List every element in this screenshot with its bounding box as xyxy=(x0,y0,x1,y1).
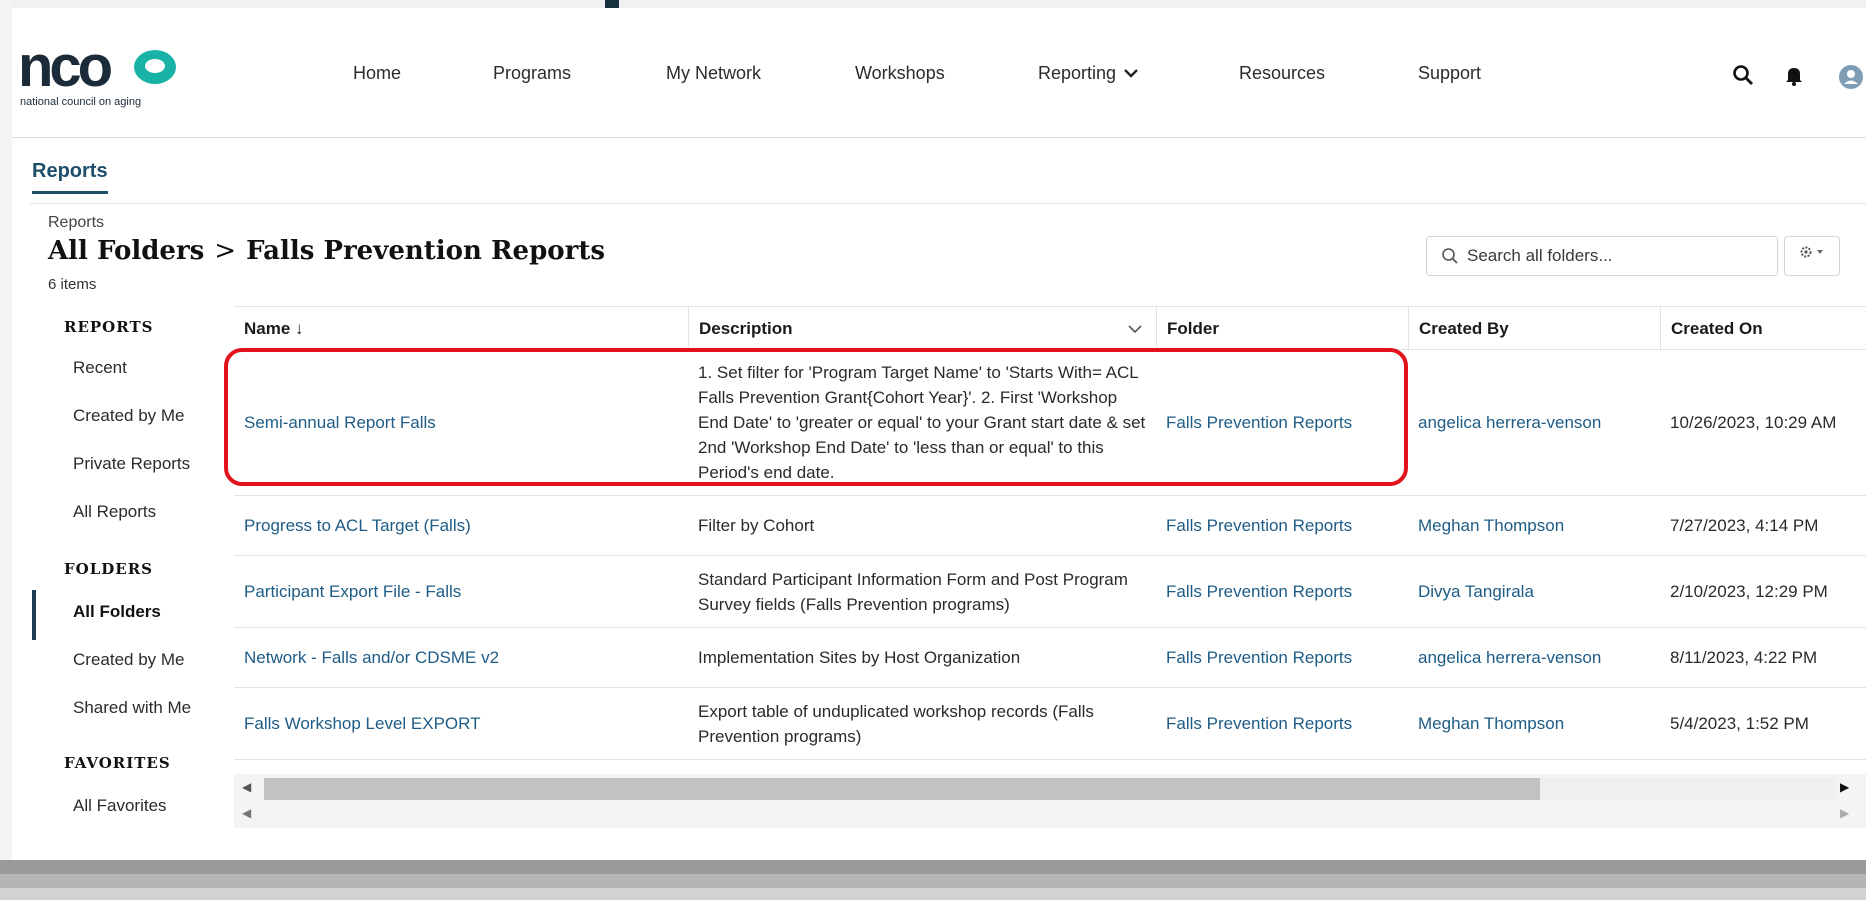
reports-table: Name ↓ Description Folder Created By Cre… xyxy=(234,306,1866,768)
sidebar-heading-reports: REPORTS xyxy=(64,318,154,336)
logo-tagline: national council on aging xyxy=(20,96,142,108)
nav-reporting[interactable]: Reporting xyxy=(1038,63,1138,87)
sidebar-heading-folders: FOLDERS xyxy=(64,560,154,578)
title-current-folder: Falls Prevention Reports xyxy=(246,236,605,266)
report-created-by-link[interactable]: angelica herrera-venson xyxy=(1408,350,1660,495)
report-folder-link[interactable]: Falls Prevention Reports xyxy=(1156,688,1408,759)
table-header: Name ↓ Description Folder Created By Cre… xyxy=(234,306,1866,351)
item-count: 6 items xyxy=(48,276,97,293)
report-description: 1. Set filter for 'Program Target Name' … xyxy=(698,363,1146,482)
scrollbar-thumb[interactable] xyxy=(264,778,1540,800)
title-separator: > xyxy=(214,236,237,266)
column-header-description[interactable]: Description xyxy=(688,307,1156,351)
scroll-right-icon[interactable]: ▶ xyxy=(1840,780,1849,794)
page-frame-top xyxy=(0,0,1866,8)
report-description: Export table of unduplicated workshop re… xyxy=(698,701,1094,746)
report-name-link[interactable]: Participant Export File - Falls xyxy=(234,556,688,627)
tab-reports[interactable]: Reports xyxy=(32,160,108,194)
report-name-link[interactable]: Semi-annual Report Falls xyxy=(234,350,688,495)
site-header: nco national council on aging Home Progr… xyxy=(12,8,1866,138)
table-row: Progress to ACL Target (Falls) Filter by… xyxy=(234,496,1866,556)
column-header-created-on-label: Created On xyxy=(1671,319,1763,338)
report-created-by-link[interactable]: angelica herrera-venson xyxy=(1408,628,1660,687)
sidebar-item-recent[interactable]: Recent xyxy=(73,358,127,378)
nav-workshops[interactable]: Workshops xyxy=(855,63,945,87)
title-parent-folder[interactable]: All Folders xyxy=(48,236,204,266)
report-created-by-link[interactable]: Divya Tangirala xyxy=(1408,556,1660,627)
page-frame-left xyxy=(0,0,12,900)
settings-menu-button[interactable] xyxy=(1784,236,1840,276)
sidebar-item-created-by-me[interactable]: Created by Me xyxy=(73,406,185,426)
report-description: Standard Participant Information Form an… xyxy=(698,569,1128,614)
report-description: Implementation Sites by Host Organizatio… xyxy=(698,648,1021,667)
nav-support[interactable]: Support xyxy=(1418,63,1481,87)
nav-my-network[interactable]: My Network xyxy=(666,63,761,87)
report-folder-link[interactable]: Falls Prevention Reports xyxy=(1156,350,1408,495)
chevron-down-icon[interactable] xyxy=(1128,307,1142,351)
column-header-name-label: Name ↓ xyxy=(244,319,304,338)
frame-mark xyxy=(605,0,619,8)
nav-resources[interactable]: Resources xyxy=(1239,63,1325,87)
column-header-created-on[interactable]: Created On xyxy=(1660,307,1866,351)
nav-reporting-label: Reporting xyxy=(1038,63,1117,83)
sidebar-item-private-reports[interactable]: Private Reports xyxy=(73,454,190,474)
report-created-on: 2/10/2023, 12:29 PM xyxy=(1670,582,1828,601)
sidebar-item-all-favorites[interactable]: All Favorites xyxy=(73,796,167,816)
sidebar-item-folders-created-by-me[interactable]: Created by Me xyxy=(73,650,185,670)
scroll-left-secondary-icon[interactable]: ◀ xyxy=(242,806,251,820)
report-created-by-link[interactable]: Meghan Thompson xyxy=(1408,688,1660,759)
report-folder-link[interactable]: Falls Prevention Reports xyxy=(1156,628,1408,687)
page-frame-bottom xyxy=(0,860,1866,900)
sidebar-heading-favorites: FAVORITES xyxy=(64,754,171,772)
report-created-on: 10/26/2023, 10:29 AM xyxy=(1670,413,1837,432)
bell-icon[interactable] xyxy=(1783,64,1807,88)
report-name-link[interactable]: Network - Falls and/or CDSME v2 xyxy=(234,628,688,687)
user-avatar-icon[interactable] xyxy=(1838,64,1863,89)
column-header-created-by[interactable]: Created By xyxy=(1408,307,1660,351)
table-row: Semi-annual Report Falls 1. Set filter f… xyxy=(234,350,1866,496)
chevron-down-icon xyxy=(1124,65,1138,81)
report-folder-link[interactable]: Falls Prevention Reports xyxy=(1156,496,1408,555)
search-icon xyxy=(1441,247,1459,265)
nco-logo[interactable]: nco national council on aging xyxy=(18,38,188,108)
column-header-folder-label: Folder xyxy=(1167,319,1219,338)
table-row: Falls Workshop Level EXPORT Export table… xyxy=(234,688,1866,760)
tab-bar: Reports xyxy=(30,160,1866,204)
report-created-on: 5/4/2023, 1:52 PM xyxy=(1670,714,1809,733)
report-created-on: 8/11/2023, 4:22 PM xyxy=(1670,648,1818,667)
search-icon[interactable] xyxy=(1732,64,1756,88)
nav-home[interactable]: Home xyxy=(353,63,401,87)
logo-wordmark: nco xyxy=(18,34,113,99)
report-name-link[interactable]: Falls Workshop Level EXPORT xyxy=(234,688,688,759)
report-created-by-link[interactable]: Meghan Thompson xyxy=(1408,496,1660,555)
report-folder-link[interactable]: Falls Prevention Reports xyxy=(1156,556,1408,627)
column-header-name[interactable]: Name ↓ xyxy=(234,307,688,351)
sidebar-item-all-reports[interactable]: All Reports xyxy=(73,502,156,522)
column-header-created-by-label: Created By xyxy=(1419,319,1509,338)
report-description: Filter by Cohort xyxy=(698,516,815,535)
column-header-folder[interactable]: Folder xyxy=(1156,307,1408,351)
search-folders-box[interactable] xyxy=(1426,236,1778,276)
horizontal-scrollbar[interactable]: ◀ ▶ ◀ ▶ xyxy=(234,774,1866,828)
page-title: All Folders > Falls Prevention Reports xyxy=(48,236,605,266)
logo-swoosh-icon xyxy=(134,50,176,84)
table-row: Network - Falls and/or CDSME v2 Implemen… xyxy=(234,628,1866,688)
report-name-link[interactable]: Progress to ACL Target (Falls) xyxy=(234,496,688,555)
sidebar-item-all-folders[interactable]: All Folders xyxy=(73,602,161,622)
sidebar-active-indicator xyxy=(32,590,36,640)
gear-icon xyxy=(1800,246,1823,258)
report-created-on: 7/27/2023, 4:14 PM xyxy=(1670,516,1819,535)
search-input[interactable] xyxy=(1467,245,1767,267)
scroll-right-secondary-icon[interactable]: ▶ xyxy=(1840,806,1849,820)
column-header-description-label: Description xyxy=(699,319,793,338)
table-row: Participant Export File - Falls Standard… xyxy=(234,556,1866,628)
sidebar-item-shared-with-me[interactable]: Shared with Me xyxy=(73,698,191,718)
nav-programs[interactable]: Programs xyxy=(493,63,571,87)
breadcrumb[interactable]: Reports xyxy=(48,214,104,232)
scroll-left-icon[interactable]: ◀ xyxy=(242,780,251,794)
